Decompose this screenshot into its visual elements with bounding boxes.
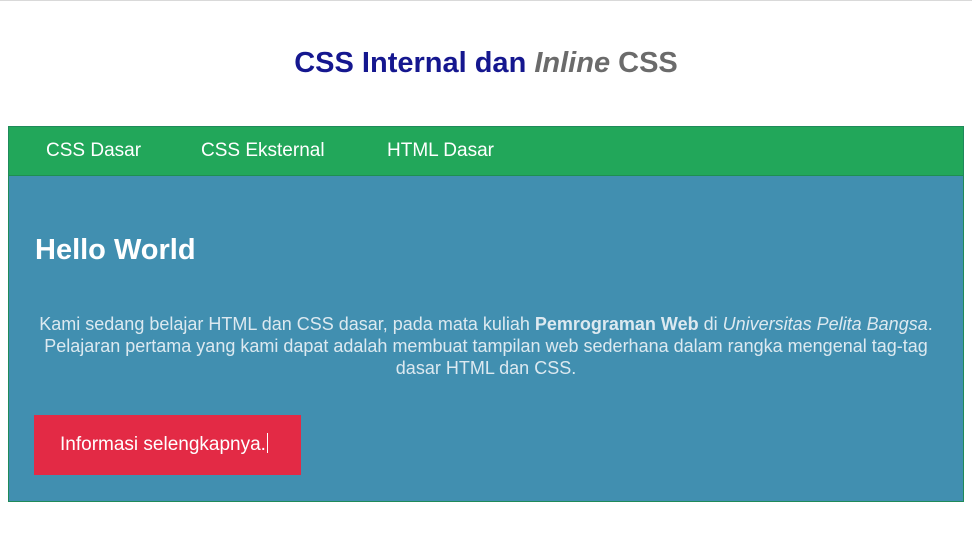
hero-text-university: Universitas Pelita Bangsa: [722, 314, 928, 334]
text-cursor: [266, 433, 268, 453]
page-header: CSS Internal dan Inline CSS: [0, 0, 972, 126]
page-title-inline-css: Inline CSS: [534, 47, 677, 79]
hero-text-part2: di: [698, 314, 723, 334]
hero-text-part1: Kami sedang belajar HTML dan CSS dasar, …: [39, 314, 535, 334]
nav-link-html-dasar[interactable]: HTML Dasar: [387, 140, 494, 162]
navigation-bar: CSS Dasar CSS Eksternal HTML Dasar: [9, 127, 963, 176]
more-info-button-label: Informasi selengkapnya.: [60, 434, 266, 455]
hero-text-course: Pemrograman Web: [534, 314, 699, 334]
nav-link-css-eksternal[interactable]: CSS Eksternal: [201, 140, 325, 162]
page-title-main: CSS Internal dan: [294, 47, 535, 79]
more-info-button[interactable]: Informasi selengkapnya.: [34, 415, 301, 475]
page-title-inline-word: Inline: [534, 47, 611, 79]
nav-link-css-dasar[interactable]: CSS Dasar: [46, 140, 141, 162]
hero-description: Kami sedang belajar HTML dan CSS dasar, …: [25, 313, 947, 379]
page-title-css-word: CSS: [610, 47, 678, 79]
main-container: CSS Dasar CSS Eksternal HTML Dasar Hello…: [8, 126, 964, 502]
hero-title: Hello World: [35, 234, 196, 266]
page-title: CSS Internal dan Inline CSS: [0, 45, 972, 81]
